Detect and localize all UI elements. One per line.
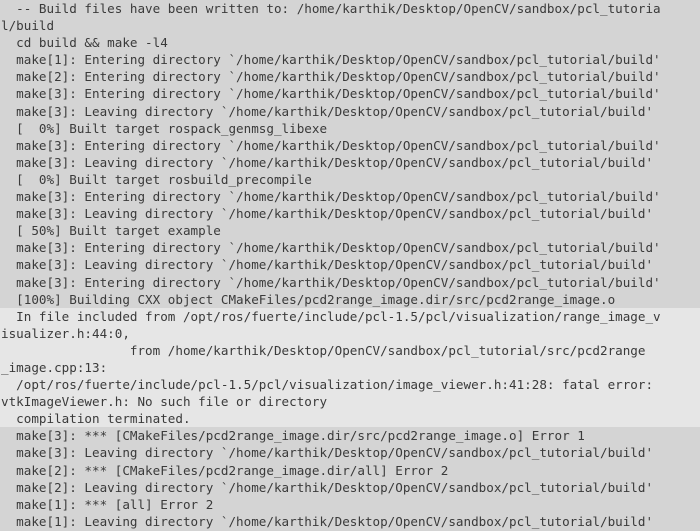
terminal-line: [ 50%] Built target example bbox=[1, 223, 221, 239]
terminal-line: make[3]: Entering directory `/home/karth… bbox=[1, 137, 661, 153]
terminal-line: make[2]: Leaving directory `/home/karthi… bbox=[1, 479, 654, 495]
terminal-line: make[1]: Leaving directory `/home/karthi… bbox=[1, 513, 654, 529]
terminal-line: [ 0%] Built target rosbuild_precompile bbox=[1, 171, 312, 187]
terminal-line: [ 0%] Built target rospack_genmsg_libexe bbox=[1, 120, 328, 136]
terminal-line: l/build bbox=[1, 18, 55, 34]
terminal-line-error: isualizer.h:44:0, bbox=[0, 324, 700, 342]
terminal-line: make[1]: *** [all] Error 2 bbox=[1, 496, 214, 512]
terminal-line: make[3]: Entering directory `/home/karth… bbox=[1, 189, 661, 205]
terminal-line: make[3]: Leaving directory `/home/karthi… bbox=[1, 154, 654, 170]
terminal-line-error: /opt/ros/fuerte/include/pcl-1.5/pcl/visu… bbox=[0, 376, 700, 394]
terminal-line-error: compilation terminated. bbox=[0, 410, 700, 428]
terminal-line: make[3]: *** [CMakeFiles/pcd2range_image… bbox=[1, 428, 585, 444]
terminal-line: make[3]: Entering directory `/home/karth… bbox=[1, 240, 661, 256]
terminal-line: make[2]: Entering directory `/home/karth… bbox=[1, 69, 661, 85]
terminal-line-error: vtkImageViewer.h: No such file or direct… bbox=[0, 393, 700, 411]
terminal-line: make[3]: Leaving directory `/home/karthi… bbox=[1, 206, 654, 222]
terminal-line: make[3]: Leaving directory `/home/karthi… bbox=[1, 445, 654, 461]
terminal-line: make[1]: Entering directory `/home/karth… bbox=[1, 52, 661, 68]
terminal-output[interactable]: -- Build files have been written to: /ho… bbox=[0, 0, 700, 531]
terminal-line-error: In file included from /opt/ros/fuerte/in… bbox=[0, 307, 700, 325]
terminal-line: make[3]: Leaving directory `/home/karthi… bbox=[1, 103, 654, 119]
terminal-line: make[3]: Leaving directory `/home/karthi… bbox=[1, 257, 654, 273]
terminal-line: make[2]: *** [CMakeFiles/pcd2range_image… bbox=[1, 462, 449, 478]
terminal-line-error: from /home/karthik/Desktop/OpenCV/sandbo… bbox=[0, 341, 700, 359]
terminal-line: [100%] Building CXX object CMakeFiles/pc… bbox=[1, 291, 616, 307]
terminal-line: -- Build files have been written to: /ho… bbox=[1, 1, 661, 16]
terminal-line: make[3]: Entering directory `/home/karth… bbox=[1, 274, 661, 290]
terminal-line: make[3]: Entering directory `/home/karth… bbox=[1, 86, 661, 102]
terminal-line: cd build && make -l4 bbox=[1, 35, 168, 51]
terminal-line-error: _image.cpp:13: bbox=[0, 358, 700, 377]
